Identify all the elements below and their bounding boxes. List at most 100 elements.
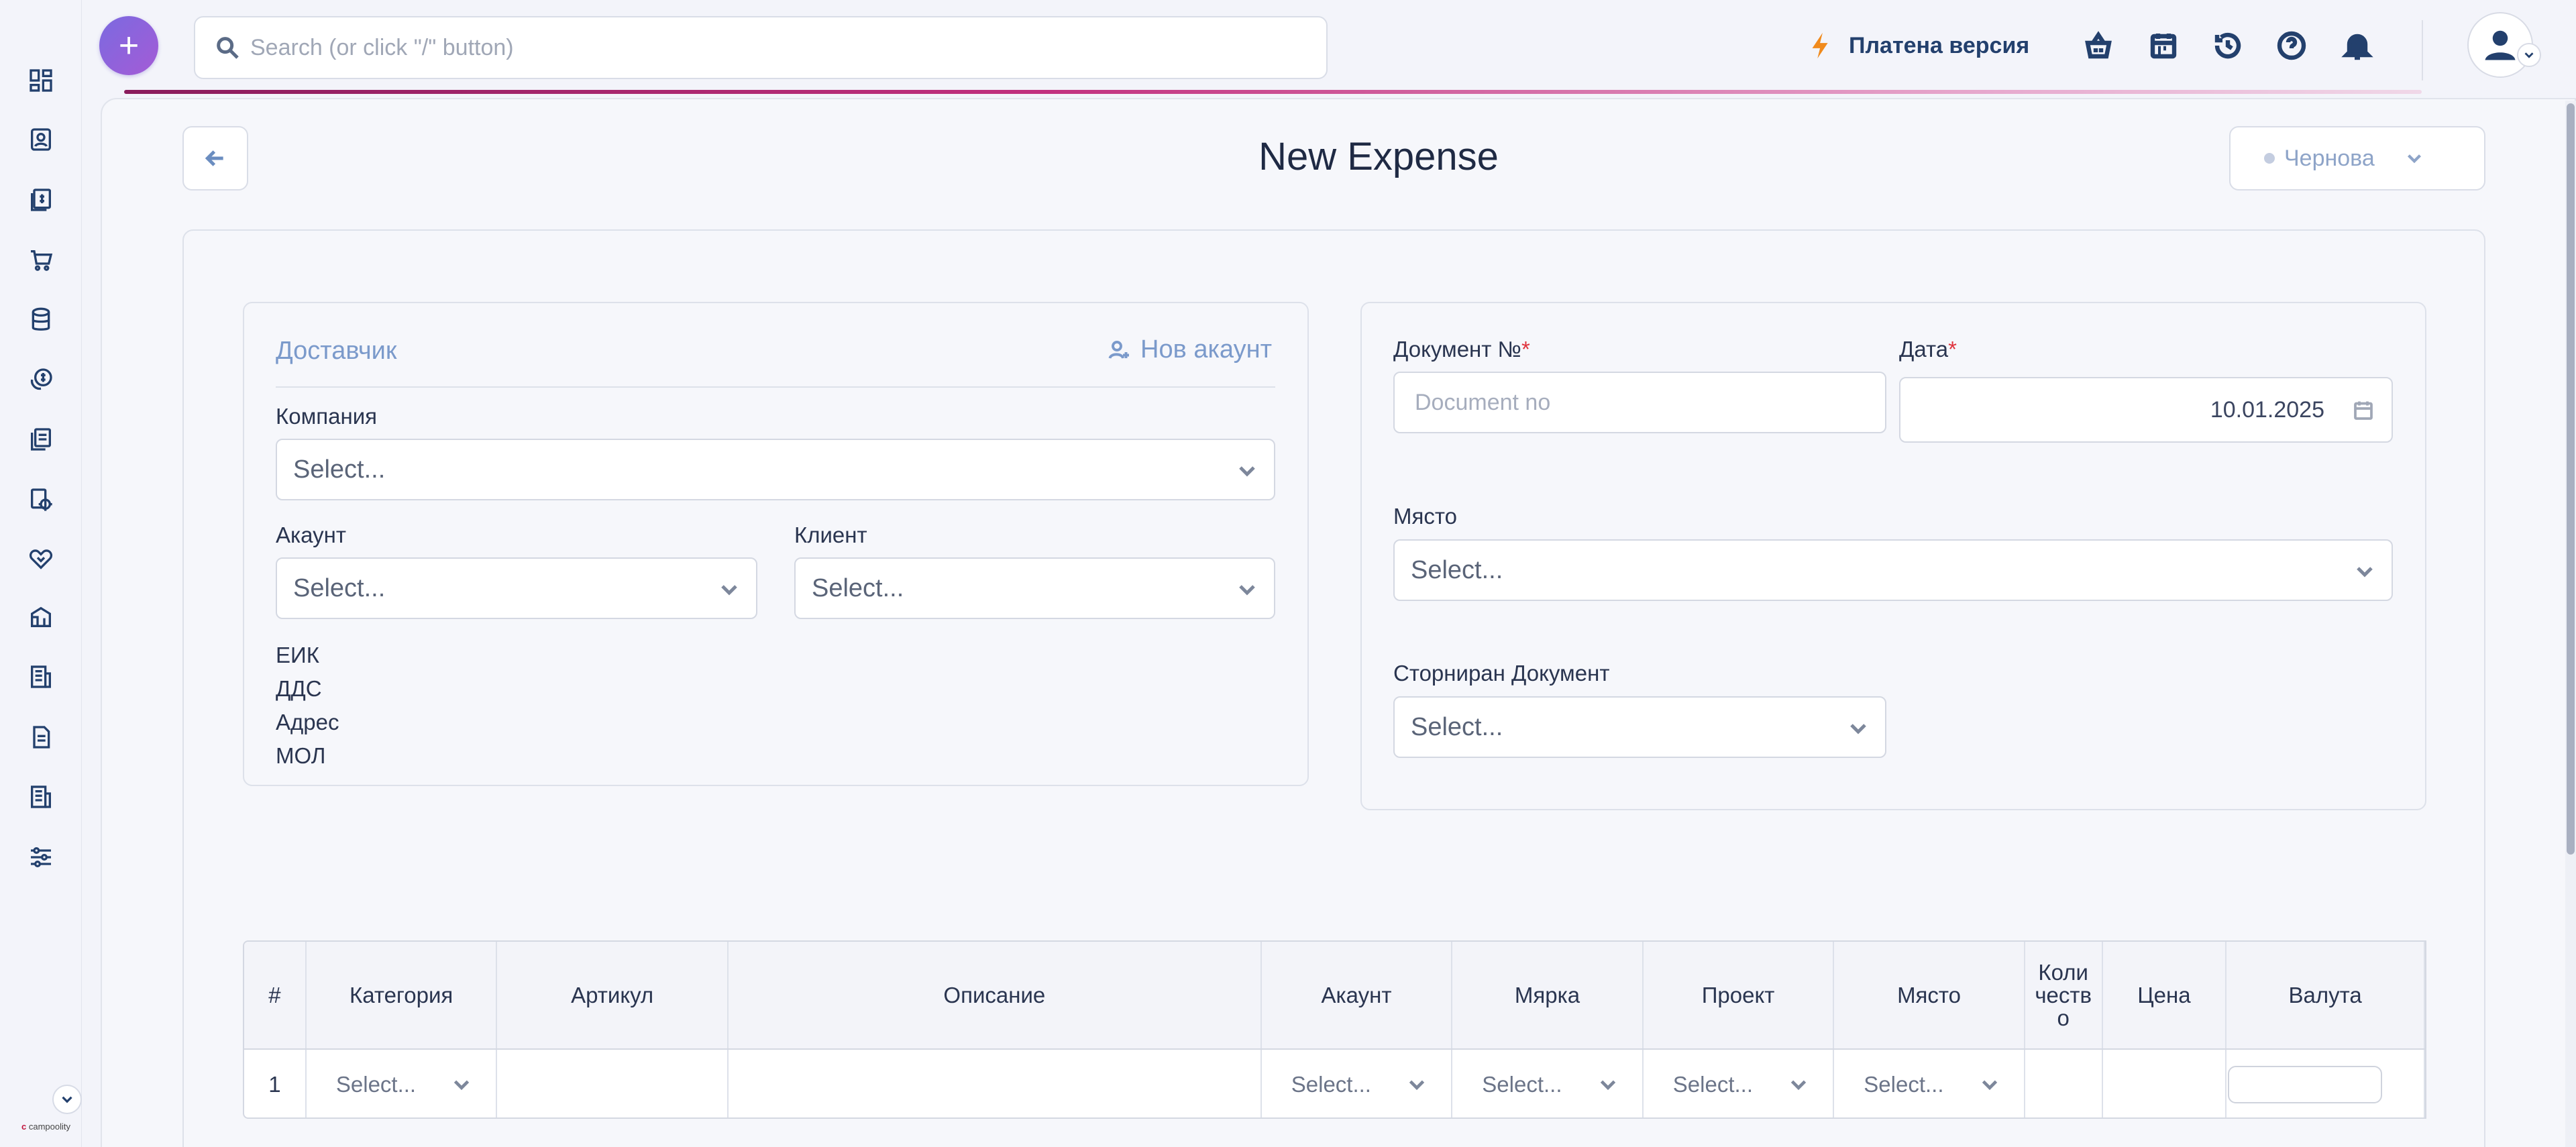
dashboard-icon[interactable] [27, 66, 55, 95]
row-unit-select[interactable]: Select... [1452, 1049, 1644, 1117]
row-category-select[interactable]: Select... [305, 1049, 498, 1117]
row-index: 1 [244, 1049, 307, 1117]
client-label: Клиент [794, 523, 867, 547]
row-account-select[interactable]: Select... [1260, 1049, 1453, 1117]
avatar-menu-button[interactable] [2517, 43, 2541, 67]
chevron-down-icon [1234, 576, 1260, 610]
contacts-icon[interactable] [27, 125, 55, 154]
chevron-down-icon [1600, 1080, 1615, 1090]
add-button[interactable]: + [99, 16, 158, 75]
page-progress-line [124, 90, 2422, 94]
document-number-placeholder: Document no [1415, 389, 1551, 415]
sidebar: c campoolity [0, 0, 82, 1147]
scrollbar-thumb[interactable] [2567, 103, 2575, 855]
plan-indicator[interactable]: Платена версия [1806, 27, 2029, 64]
chevron-down-icon [62, 1096, 72, 1103]
column-header-currency: Валута [2226, 942, 2425, 1050]
add-user-icon [1108, 340, 1129, 359]
divider [276, 386, 1275, 388]
new-account-link[interactable]: Нов акаунт [1107, 335, 1272, 364]
column-header-index: # [244, 942, 307, 1050]
row-project-select[interactable]: Select... [1642, 1049, 1835, 1117]
calendar-icon[interactable] [2351, 398, 2375, 423]
column-header-article: Артикул [496, 942, 729, 1050]
search-bar[interactable] [194, 16, 1328, 79]
reports-icon[interactable] [27, 663, 55, 691]
row-currency-cell [2226, 1049, 2425, 1117]
company-select[interactable]: Select... [276, 439, 1275, 500]
plus-icon: + [118, 26, 140, 65]
column-header-quantity: Коли честв о [2024, 942, 2103, 1050]
database-icon[interactable] [27, 306, 55, 334]
reversed-document-label: Сторниран Документ [1393, 661, 1610, 686]
bell-icon[interactable] [2339, 27, 2376, 64]
back-button[interactable] [182, 126, 248, 190]
cart-icon[interactable] [27, 246, 55, 274]
account-select-value: Select... [293, 574, 386, 602]
column-header-project: Проект [1642, 942, 1835, 1050]
table-row: 1 Select... Select... Select... Select..… [244, 1049, 2425, 1117]
table-header-row: # Категория Артикул Описание Акаунт Мярк… [244, 942, 2425, 1050]
items-table: # Категория Артикул Описание Акаунт Мярк… [243, 940, 2426, 1119]
date-label: Дата* [1899, 337, 1957, 362]
sliders-icon[interactable] [27, 843, 55, 871]
account-label: Акаунт [276, 523, 346, 547]
status-dot [2264, 153, 2275, 164]
status-label: Чернова [2284, 145, 2375, 171]
column-header-category: Категория [305, 942, 498, 1050]
row-price-input[interactable] [2102, 1049, 2227, 1117]
user-icon [2485, 30, 2516, 60]
row-place-select[interactable]: Select... [1833, 1049, 2025, 1117]
row-description-input[interactable] [727, 1049, 1262, 1117]
place-select[interactable]: Select... [1393, 539, 2393, 601]
sidebar-collapse-button[interactable] [52, 1085, 82, 1114]
column-header-account: Акаунт [1260, 942, 1453, 1050]
reversed-document-select[interactable]: Select... [1393, 696, 1886, 758]
settings-gear-icon[interactable] [27, 486, 55, 514]
client-select-value: Select... [812, 574, 904, 602]
arrow-left-icon [205, 150, 223, 166]
chevron-down-icon [454, 1080, 470, 1090]
reversed-document-select-value: Select... [1411, 712, 1503, 741]
info-mol: МОЛ [276, 743, 326, 768]
calendar-icon[interactable] [2145, 27, 2182, 64]
history-icon[interactable] [2209, 27, 2247, 64]
company-label: Компания [276, 404, 378, 429]
page-title: New Expense [1258, 135, 1499, 178]
column-header-price: Цена [2102, 942, 2227, 1050]
help-icon[interactable] [2273, 27, 2310, 64]
client-select[interactable]: Select... [794, 557, 1275, 619]
row-quantity-input[interactable] [2024, 1049, 2103, 1117]
ledger-icon[interactable] [27, 783, 55, 811]
invoices-icon[interactable] [27, 186, 55, 214]
search-input[interactable] [250, 34, 1256, 61]
column-header-unit: Мярка [1452, 942, 1644, 1050]
date-input[interactable]: 10.01.2025 [1899, 377, 2393, 443]
chevron-down-icon [1982, 1080, 1997, 1090]
row-article-input[interactable] [496, 1049, 729, 1117]
chevron-down-icon [2524, 52, 2534, 58]
required-mark: * [1948, 337, 1957, 362]
new-account-label: Нов акаунт [1140, 335, 1273, 364]
info-vat: ДДС [276, 676, 322, 701]
handshake-icon[interactable] [27, 545, 55, 573]
required-mark: * [1521, 337, 1530, 362]
brand-logo: c campoolity [21, 1122, 70, 1132]
box-icon[interactable] [27, 603, 55, 631]
account-select[interactable]: Select... [276, 557, 757, 619]
document-number-input[interactable]: Document no [1393, 372, 1886, 433]
documents-icon[interactable] [27, 425, 55, 453]
money-icon[interactable] [27, 366, 55, 394]
row-currency-input[interactable] [2228, 1065, 2383, 1103]
basket-icon[interactable] [2080, 27, 2117, 64]
info-address: Адрес [276, 710, 339, 734]
status-dropdown[interactable]: Чернова [2229, 126, 2485, 190]
chevron-down-icon [2407, 154, 2421, 164]
place-select-value: Select... [1411, 555, 1503, 584]
search-icon [217, 37, 239, 59]
file-icon[interactable] [27, 723, 55, 751]
column-header-description: Описание [727, 942, 1262, 1050]
chevron-down-icon [1791, 1080, 1807, 1090]
page-scrollbar[interactable] [2565, 101, 2576, 1147]
chevron-down-icon [1409, 1080, 1425, 1090]
